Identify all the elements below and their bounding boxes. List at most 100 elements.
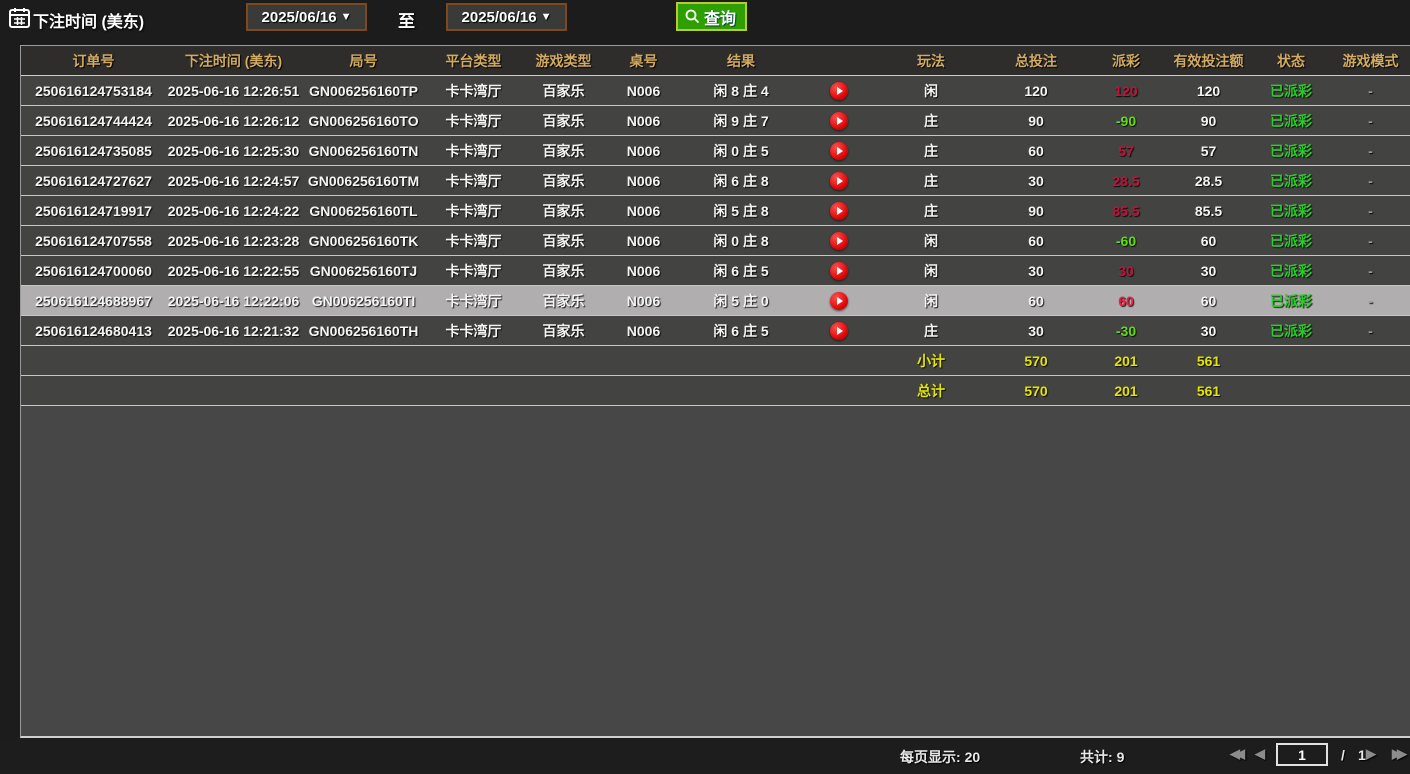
total-cell-table_no	[606, 346, 681, 375]
cell-play: 闲	[876, 286, 986, 315]
cell-game_mode: -	[1331, 196, 1410, 225]
total-cell-game_mode	[1331, 376, 1410, 405]
play-video-icon[interactable]	[830, 142, 848, 160]
cell-round_id: GN006256160TO	[301, 106, 426, 135]
cell-round_id: GN006256160TJ	[301, 256, 426, 285]
cell-payout: -60	[1086, 226, 1166, 255]
cell-table_no: N006	[606, 256, 681, 285]
cell-valid_bet: 60	[1166, 226, 1251, 255]
cell-round_id: GN006256160TN	[301, 136, 426, 165]
table-row[interactable]: 2506161247444242025-06-16 12:26:12GN0062…	[21, 106, 1410, 136]
total-cell-play: 总计	[876, 376, 986, 405]
cell-video	[801, 226, 876, 255]
previous-page-icon[interactable]: ◀	[1255, 746, 1265, 762]
total-cell-status	[1251, 376, 1331, 405]
cell-round_id: GN006256160TP	[301, 76, 426, 105]
first-page-icon[interactable]: ◀◀	[1230, 746, 1240, 762]
record-count-value: 9	[1117, 749, 1125, 765]
cell-game_type: 百家乐	[521, 286, 606, 315]
page-number-input[interactable]	[1276, 743, 1328, 766]
cell-total_bet: 60	[986, 286, 1086, 315]
cell-game_type: 百家乐	[521, 256, 606, 285]
cell-round_id: GN006256160TK	[301, 226, 426, 255]
cell-table_no: N006	[606, 286, 681, 315]
date-from-picker[interactable]: 2025/06/16 ▼	[246, 3, 367, 31]
cell-order_id: 250616124719917	[21, 196, 166, 225]
column-header-order_id: 订单号	[21, 46, 166, 75]
total-cell-round_id	[301, 346, 426, 375]
total-cell-game_mode	[1331, 346, 1410, 375]
query-button[interactable]: 查询	[676, 2, 747, 31]
cell-platform: 卡卡湾厅	[426, 166, 521, 195]
search-icon	[684, 8, 701, 25]
cell-result: 闲 5 庄 8	[681, 196, 801, 225]
cell-game_mode: -	[1331, 316, 1410, 345]
cell-play: 闲	[876, 226, 986, 255]
cell-table_no: N006	[606, 196, 681, 225]
play-video-icon[interactable]	[830, 112, 848, 130]
total-cell-bet_time	[166, 346, 301, 375]
table-row[interactable]: 2506161247199172025-06-16 12:24:22GN0062…	[21, 196, 1410, 226]
play-video-icon[interactable]	[830, 322, 848, 340]
cell-game_mode: -	[1331, 136, 1410, 165]
cell-order_id: 250616124744424	[21, 106, 166, 135]
cell-total_bet: 60	[986, 136, 1086, 165]
table-row[interactable]: 2506161247075582025-06-16 12:23:28GN0062…	[21, 226, 1410, 256]
cell-payout: -30	[1086, 316, 1166, 345]
cell-valid_bet: 30	[1166, 256, 1251, 285]
column-header-play_icon	[801, 46, 876, 75]
play-video-icon[interactable]	[830, 292, 848, 310]
cell-game_mode: -	[1331, 256, 1410, 285]
cell-result: 闲 6 庄 5	[681, 256, 801, 285]
play-video-icon[interactable]	[830, 172, 848, 190]
table-row[interactable]: 2506161247000602025-06-16 12:22:55GN0062…	[21, 256, 1410, 286]
cell-result: 闲 6 庄 8	[681, 166, 801, 195]
date-to-picker[interactable]: 2025/06/16 ▼	[446, 3, 567, 31]
toolbar: 下注时间 (美东) 2025/06/16 ▼ 至 2025/06/16 ▼ 查询	[0, 0, 1410, 45]
cell-status: 已派彩	[1251, 136, 1331, 165]
column-header-valid_bet: 有效投注额	[1166, 46, 1251, 75]
next-page-icon[interactable]: ▶	[1366, 746, 1376, 762]
cell-platform: 卡卡湾厅	[426, 286, 521, 315]
table-header-row: 订单号下注时间 (美东)局号平台类型游戏类型桌号结果玩法总投注派彩有效投注额状态…	[21, 46, 1410, 76]
calendar-icon	[8, 6, 31, 29]
last-page-icon[interactable]: ▶▶	[1392, 746, 1402, 762]
cell-game_mode: -	[1331, 226, 1410, 255]
query-button-label: 查询	[704, 5, 736, 29]
cell-status: 已派彩	[1251, 76, 1331, 105]
total-cell-order_id	[21, 376, 166, 405]
cell-order_id: 250616124700060	[21, 256, 166, 285]
table-row[interactable]: 2506161247276272025-06-16 12:24:57GN0062…	[21, 166, 1410, 196]
column-header-game_mode: 游戏模式	[1331, 46, 1410, 75]
table-row[interactable]: 2506161246889672025-06-16 12:22:06GN0062…	[21, 286, 1410, 316]
play-video-icon[interactable]	[830, 202, 848, 220]
cell-table_no: N006	[606, 76, 681, 105]
table-row[interactable]: 2506161247350852025-06-16 12:25:30GN0062…	[21, 136, 1410, 166]
play-video-icon[interactable]	[830, 82, 848, 100]
cell-total_bet: 30	[986, 256, 1086, 285]
cell-bet_time: 2025-06-16 12:22:55	[166, 256, 301, 285]
table-row[interactable]: 2506161246804132025-06-16 12:21:32GN0062…	[21, 316, 1410, 346]
total-cell-result	[681, 376, 801, 405]
column-header-result: 结果	[681, 46, 801, 75]
cell-total_bet: 60	[986, 226, 1086, 255]
total-cell-valid_bet: 561	[1166, 346, 1251, 375]
cell-video	[801, 166, 876, 195]
total-cell-play: 小计	[876, 346, 986, 375]
cell-play: 庄	[876, 166, 986, 195]
date-from-value: 2025/06/16	[262, 9, 337, 26]
cell-payout: 120	[1086, 76, 1166, 105]
cell-bet_time: 2025-06-16 12:21:32	[166, 316, 301, 345]
cell-platform: 卡卡湾厅	[426, 76, 521, 105]
play-video-icon[interactable]	[830, 232, 848, 250]
cell-payout: 30	[1086, 256, 1166, 285]
chevron-down-icon: ▼	[341, 11, 352, 23]
cell-payout: 60	[1086, 286, 1166, 315]
table-row[interactable]: 2506161247531842025-06-16 12:26:51GN0062…	[21, 76, 1410, 106]
play-video-icon[interactable]	[830, 262, 848, 280]
per-page-display: 每页显示: 20	[900, 747, 980, 767]
cell-platform: 卡卡湾厅	[426, 106, 521, 135]
cell-status: 已派彩	[1251, 106, 1331, 135]
cell-video	[801, 136, 876, 165]
cell-game_mode: -	[1331, 106, 1410, 135]
